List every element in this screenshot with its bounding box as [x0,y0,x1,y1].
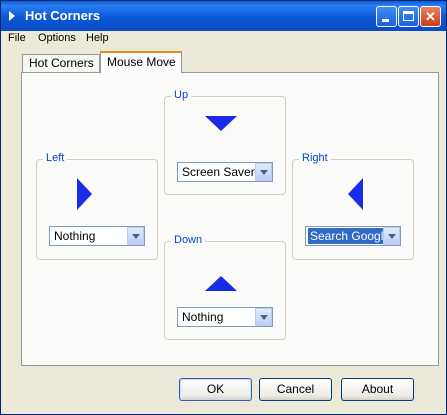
up-action-select[interactable]: Screen Saver [177,162,273,182]
group-left-label: Left [43,152,68,164]
app-icon [9,11,15,21]
window-title: Hot Corners [25,8,101,23]
right-action-select[interactable]: Search Google [305,226,401,246]
title-bar[interactable]: Hot Corners ✕ [1,1,446,31]
group-right-label: Right [299,152,331,164]
down-dropdown-button[interactable] [255,308,272,326]
left-action-select[interactable]: Nothing [49,226,145,246]
cancel-button[interactable]: Cancel [259,378,332,401]
arrow-up-icon [205,276,237,291]
minimize-button[interactable] [376,6,397,27]
tab-panel-mouse-move: Up Screen Saver Left Nothing Right Searc… [21,72,439,366]
group-right: Right Search Google [292,152,414,260]
minimize-icon [382,19,389,22]
chevron-down-icon [388,234,396,239]
group-left: Left Nothing [36,152,158,260]
menu-bar: File Options Help [1,31,446,48]
arrow-down-icon [205,116,237,131]
group-up: Up Screen Saver [164,89,286,195]
close-icon: ✕ [425,9,436,24]
down-action-value: Nothing [182,310,224,324]
group-up-label: Up [171,89,192,101]
ok-button[interactable]: OK [179,378,252,401]
about-button[interactable]: About [341,378,414,401]
down-action-select[interactable]: Nothing [177,307,273,327]
left-action-value: Nothing [54,229,96,243]
chevron-down-icon [260,315,268,320]
menu-help[interactable]: Help [86,32,109,44]
menu-file[interactable]: File [8,32,26,44]
up-dropdown-button[interactable] [255,163,272,181]
left-dropdown-button[interactable] [127,227,144,245]
maximize-icon [403,11,414,21]
chevron-down-icon [260,170,268,175]
close-button[interactable]: ✕ [420,6,441,27]
up-action-value: Screen Saver [182,165,255,179]
tab-mouse-move[interactable]: Mouse Move [100,51,182,73]
arrow-left-icon [348,178,363,210]
group-down: Down Nothing [164,234,286,340]
arrow-right-icon [77,178,92,210]
right-action-value: Search Google [306,227,394,245]
right-dropdown-button[interactable] [383,227,400,245]
chevron-down-icon [132,234,140,239]
app-window: Hot Corners ✕ File Options Help Hot Corn… [0,0,447,415]
menu-options[interactable]: Options [38,32,76,44]
group-down-label: Down [171,234,206,246]
tab-hot-corners[interactable]: Hot Corners [22,54,100,73]
maximize-button[interactable] [398,6,419,27]
